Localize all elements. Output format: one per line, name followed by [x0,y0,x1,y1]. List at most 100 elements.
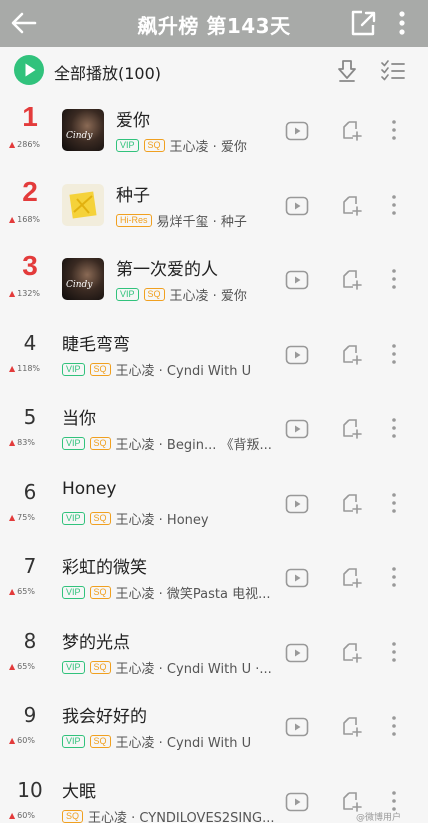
play-all-label[interactable]: 全部播放(100) [54,60,161,84]
rank-change-value: 132% [17,289,41,298]
song-meta: VIP SQ 王心凌 · Cyndi With U [62,360,276,379]
vip-badge: VIP [62,511,85,525]
song-row[interactable]: 4 ▲ 118% 睫毛弯弯 VIP SQ 王心凌 · Cyndi With U [0,317,428,392]
trend-up-icon: ▲ [9,438,16,447]
song-title[interactable]: 种子 [116,181,150,206]
sq-badge: SQ [143,139,165,152]
download-icon[interactable] [334,57,360,83]
song-title[interactable]: 睫毛弯弯 [62,330,130,355]
more-vertical-icon[interactable] [390,790,398,812]
share-icon[interactable] [350,9,376,37]
rank-number: 9 [23,703,37,727]
song-row[interactable]: 2 ▲ 168% 种子 Hi-Res 易烊千玺 · 种子 [0,168,428,243]
mv-play-icon[interactable] [285,494,309,514]
more-vertical-icon[interactable] [390,343,398,365]
song-meta: Hi-Res 易烊千玺 · 种子 [116,211,276,230]
add-to-playlist-icon[interactable] [340,194,362,216]
trend-up-icon: ▲ [9,214,16,224]
more-vertical-icon[interactable] [390,715,398,737]
song-title[interactable]: 当你 [62,404,96,429]
song-row[interactable]: 7 ▲ 65% 彩虹的微笑 VIP SQ 王心凌 · 微笑Pasta 电视... [0,540,428,615]
mv-play-icon[interactable] [285,345,309,365]
more-vertical-icon[interactable] [390,268,398,290]
vip-badge: VIP [62,586,85,599]
more-vertical-icon[interactable] [390,566,398,588]
add-to-playlist-icon[interactable] [340,790,362,812]
multi-select-icon[interactable] [380,57,406,83]
artist-album: 王心凌 · 爱你 [169,289,247,304]
mv-play-icon[interactable] [285,270,309,290]
more-vertical-icon[interactable] [390,194,398,216]
album-cover[interactable] [62,183,104,226]
rank-change: ▲ 83% [9,438,53,447]
more-vertical-icon[interactable] [390,641,398,663]
song-row[interactable]: 5 ▲ 83% 当你 VIP SQ 王心凌 · Begin... 《背叛... [0,391,428,466]
mv-play-icon[interactable] [285,568,309,588]
song-row[interactable]: 9 ▲ 60% 我会好好的 VIP SQ 王心凌 · Cyndi With U [0,689,428,764]
rank-change-value: 83% [17,438,35,447]
rank-change-value: 75% [17,512,35,522]
sq-badge: SQ [89,437,111,450]
rank-number: 1 [22,101,38,132]
vip-badge: VIP [62,660,85,674]
album-cover[interactable]: Cindy [62,109,104,151]
more-vertical-icon[interactable] [390,119,398,141]
mv-play-icon[interactable] [285,121,309,141]
song-row[interactable]: 1 ▲ 286% Cindy 爱你 VIP SQ 王心凌 · 爱你 [0,93,428,168]
sq-badge: SQ [89,586,111,599]
song-title[interactable]: 大眠 [62,777,96,802]
rank-number: 2 [22,175,38,207]
sq-badge: SQ [89,735,111,748]
song-row[interactable]: 3 ▲ 132% Cindy 第一次爱的人 VIP SQ 王心凌 · 爱你 [0,242,428,317]
mv-play-icon[interactable] [285,717,309,737]
sq-badge: SQ [143,288,165,301]
rank-number: 6 [23,479,37,504]
song-title[interactable]: 彩虹的微笑 [62,553,147,578]
album-cover[interactable]: Cindy [62,258,104,300]
add-to-playlist-icon[interactable] [340,268,362,290]
more-vertical-icon[interactable] [394,9,410,37]
artist-album: 王心凌 · Cyndi With U [115,736,252,751]
add-to-playlist-icon[interactable] [340,417,362,439]
vip-badge: VIP [116,288,139,301]
song-title[interactable]: 梦的光点 [62,628,130,653]
rank-change-value: 65% [17,661,35,671]
rank-change-value: 286% [17,140,41,149]
rank-number: 10 [17,777,43,802]
song-title[interactable]: 我会好好的 [62,702,147,727]
mv-play-icon[interactable] [285,792,309,812]
play-icon [25,63,36,77]
mv-play-icon[interactable] [285,643,309,663]
song-row[interactable]: 8 ▲ 65% 梦的光点 VIP SQ 王心凌 · Cyndi With U ·... [0,615,428,690]
vip-badge: VIP [62,735,85,748]
song-title[interactable]: Honey [62,479,116,499]
add-to-playlist-icon[interactable] [340,566,362,588]
top-bar: 飙升榜 第143天 [0,0,428,47]
song-title[interactable]: 第一次爱的人 [116,255,218,280]
song-title[interactable]: 爱你 [116,106,150,131]
mv-play-icon[interactable] [285,419,309,439]
vip-badge: VIP [116,139,139,152]
add-to-playlist-icon[interactable] [340,641,362,663]
add-to-playlist-icon[interactable] [340,119,362,141]
song-row[interactable]: 6 ▲ 75% Honey VIP SQ 王心凌 · Honey [0,466,428,541]
artist-album: 王心凌 · 微笑Pasta 电视... [115,587,271,602]
rank-change: ▲ 60% [9,736,53,745]
add-to-playlist-icon[interactable] [340,343,362,365]
rank-change: ▲ 75% [9,513,53,522]
add-to-playlist-icon[interactable] [340,715,362,737]
more-vertical-icon[interactable] [390,417,398,439]
play-all-button[interactable] [14,55,44,85]
song-meta: VIP SQ 王心凌 · Honey [62,509,276,528]
play-all-bar: 全部播放(100) [0,47,428,93]
sq-badge: SQ [89,511,111,525]
song-meta: VIP SQ 王心凌 · 爱你 [116,136,276,155]
hr-badge: Hi-Res [116,213,152,227]
trend-up-icon: ▲ [9,736,16,745]
mv-play-icon[interactable] [285,196,309,216]
trend-up-icon: ▲ [9,512,16,522]
rank-change: ▲ 65% [9,662,53,671]
more-vertical-icon[interactable] [390,492,398,514]
artist-album: 王心凌 · Cyndi With U [115,363,252,379]
add-to-playlist-icon[interactable] [340,492,362,514]
